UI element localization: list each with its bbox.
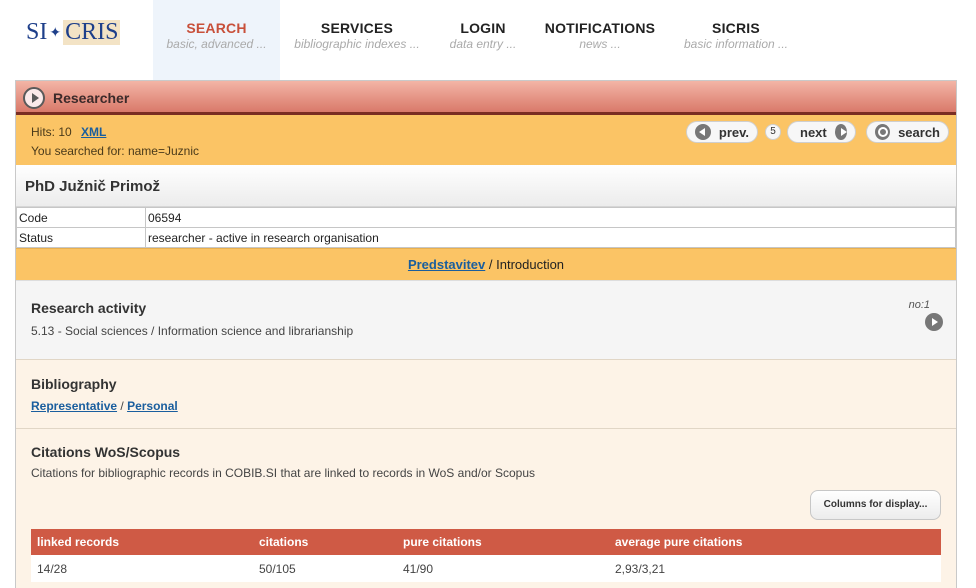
nav-sicris-subtitle: basic information ...: [683, 37, 789, 51]
table-header-row: linked records citations pure citations …: [31, 529, 941, 555]
citations-table: linked records citations pure citations …: [31, 529, 941, 582]
sicris-logo[interactable]: SI ✦ CRIS: [26, 20, 142, 45]
research-activity-text: 5.13 - Social sciences / Information sci…: [31, 324, 354, 338]
bibliography-section: Bibliography Representative / Personal: [16, 360, 956, 429]
researcher-name: PhD Južnič Primož: [25, 178, 161, 195]
nav-search[interactable]: SEARCH basic, advanced ...: [153, 0, 280, 80]
intro-current: Introduction: [496, 257, 565, 272]
hits-count: Hits: 10: [31, 125, 72, 139]
table-cell: 14/28: [31, 555, 253, 582]
bibliography-links: Representative / Personal: [31, 399, 178, 413]
citations-title: Citations WoS/Scopus: [31, 444, 181, 460]
search-label: search: [898, 124, 940, 140]
research-activity-number: no:1: [908, 299, 930, 311]
table-row: Status researcher - active in research o…: [16, 227, 956, 248]
hits-info: Hits: 10 XML: [31, 125, 106, 139]
table-cell: 41/90: [397, 555, 609, 582]
next-button[interactable]: next: [787, 121, 856, 143]
panel-title: Researcher: [53, 90, 130, 106]
table-row: 14/28 50/105 41/90 2,93/3,21: [31, 555, 941, 582]
info-value: researcher - active in research organisa…: [145, 227, 956, 248]
column-header[interactable]: citations: [253, 529, 397, 555]
nav-login-title: LOGIN: [460, 20, 506, 36]
person-header: PhD Južnič Primož: [16, 165, 956, 207]
research-activity-section: Research activity 5.13 - Social sciences…: [16, 280, 956, 360]
bibliography-separator: /: [117, 399, 128, 413]
research-activity-title: Research activity: [31, 300, 147, 316]
nav-search-subtitle: basic, advanced ...: [166, 37, 267, 51]
table-cell: 50/105: [253, 555, 397, 582]
panel-header: Researcher: [16, 81, 956, 115]
citations-section: Citations WoS/Scopus Citations for bibli…: [16, 429, 956, 588]
next-label: next: [800, 124, 827, 140]
page-number-badge: 5: [765, 124, 781, 140]
nav-services-subtitle: bibliographic indexes ...: [294, 37, 420, 51]
info-key: Code: [16, 207, 146, 228]
predstavitev-link[interactable]: Predstavitev: [408, 257, 485, 272]
info-key: Status: [16, 227, 146, 248]
nav-login-subtitle: data entry ...: [449, 37, 517, 51]
bibliography-title: Bibliography: [31, 376, 117, 392]
logo-si-text: SI: [26, 19, 48, 45]
nav-sicris[interactable]: SICRIS basic information ...: [678, 0, 794, 80]
column-header[interactable]: pure citations: [397, 529, 609, 555]
nav-sicris-title: SICRIS: [712, 20, 760, 36]
column-header[interactable]: linked records: [31, 529, 253, 555]
chevron-left-icon: [695, 124, 711, 140]
nav-notifications-subtitle: news ...: [579, 37, 621, 51]
table-row: Code 06594: [16, 207, 956, 228]
info-value: 06594: [145, 207, 956, 228]
representative-link[interactable]: Representative: [31, 399, 117, 413]
logo-cris-text: CRIS: [63, 19, 121, 45]
search-icon: [875, 124, 891, 140]
columns-for-display-button[interactable]: Columns for display...: [810, 490, 941, 520]
chevron-right-icon: [834, 124, 847, 140]
prev-button[interactable]: prev.: [686, 121, 758, 143]
personal-link[interactable]: Personal: [127, 399, 178, 413]
researcher-panel: Researcher Hits: 10 XML You searched for…: [15, 80, 957, 588]
search-query-text: You searched for: name=Juznic: [31, 144, 199, 158]
column-header[interactable]: average pure citations: [609, 529, 941, 555]
citations-description: Citations for bibliographic records in C…: [31, 466, 536, 480]
play-circle-icon: [23, 87, 45, 109]
nav-notifications[interactable]: NOTIFICATIONS news ...: [543, 0, 657, 80]
chevron-right-icon[interactable]: [925, 313, 943, 331]
prev-label: prev.: [718, 124, 749, 140]
nav-login[interactable]: LOGIN data entry ...: [440, 0, 526, 80]
nav-services-title: SERVICES: [320, 20, 394, 36]
top-navigation: SI ✦ CRIS SEARCH basic, advanced ... SER…: [0, 0, 976, 80]
nav-notifications-title: NOTIFICATIONS: [544, 20, 656, 36]
nav-services[interactable]: SERVICES bibliographic indexes ...: [292, 0, 422, 80]
xml-link[interactable]: XML: [81, 125, 106, 139]
nav-search-title: SEARCH: [186, 20, 247, 36]
table-cell: 2,93/3,21: [609, 555, 941, 582]
intro-separator: /: [485, 257, 497, 272]
introduction-bar: Predstavitev / Introduction: [16, 248, 956, 280]
logo-star-icon: ✦: [49, 24, 62, 40]
search-button[interactable]: search: [866, 121, 949, 143]
researcher-info-table: Code 06594 Status researcher - active in…: [16, 207, 956, 248]
